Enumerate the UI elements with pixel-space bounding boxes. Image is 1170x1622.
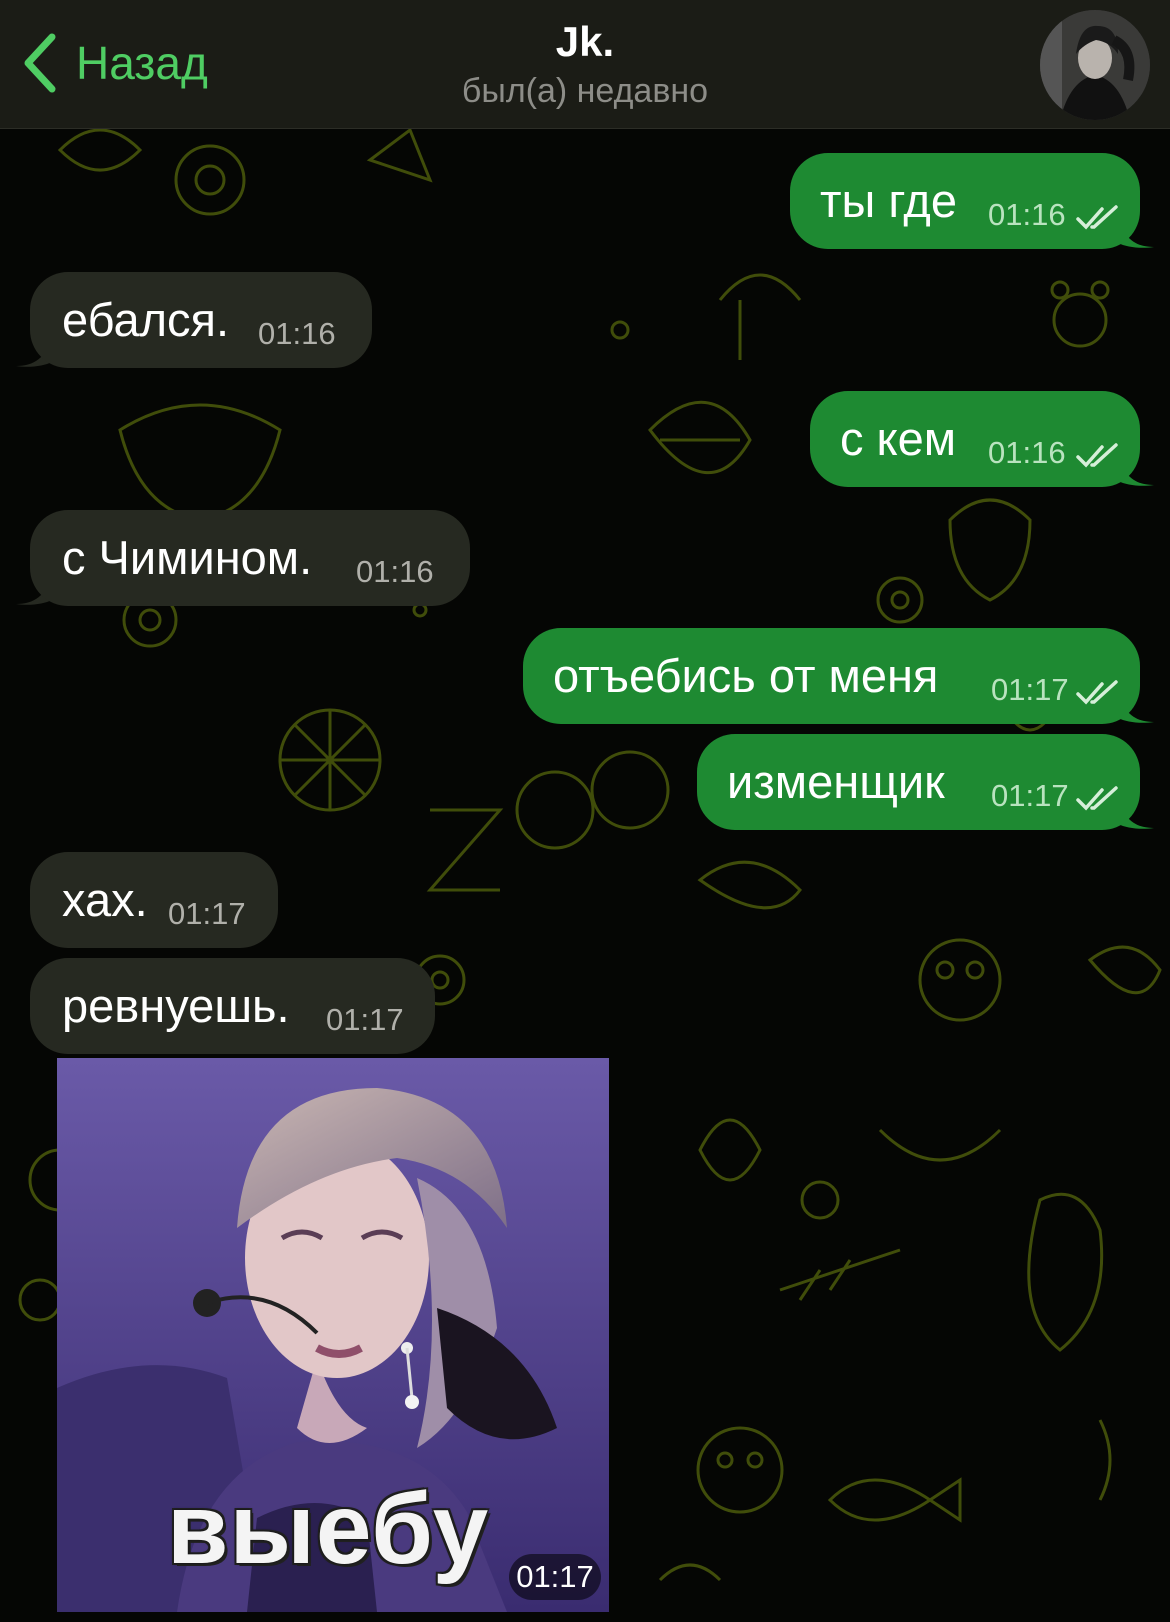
message-text: хах. (62, 873, 148, 926)
message-text: ты где (820, 174, 957, 227)
message-outgoing[interactable]: ты где 01:16 (790, 153, 1154, 249)
message-text: ревнуешь. (62, 979, 290, 1032)
message-incoming[interactable]: с Чимином. 01:16 (16, 510, 470, 606)
contact-avatar[interactable] (1040, 10, 1150, 120)
message-time: 01:17 (991, 672, 1069, 707)
sticker-caption: выебу (167, 1473, 490, 1585)
contact-name[interactable]: Jk. (385, 18, 785, 66)
message-text: ебался. (62, 293, 230, 346)
message-incoming[interactable]: ебался. 01:16 (16, 272, 372, 368)
message-time: 01:16 (356, 554, 434, 589)
message-time: 01:16 (258, 316, 336, 351)
message-outgoing[interactable]: с кем 01:16 (810, 391, 1154, 487)
message-incoming[interactable]: хах. 01:17 (30, 852, 278, 948)
sticker-image[interactable]: выебу 01:17 (57, 1058, 609, 1612)
sticker-time: 01:17 (509, 1554, 601, 1600)
message-text: изменщик (727, 755, 945, 808)
message-text: с Чимином. (62, 531, 313, 584)
message-text: отъебись от меня (553, 649, 939, 702)
contact-status: был(а) недавно (461, 72, 709, 110)
chevron-left-icon (24, 33, 56, 93)
message-time: 01:16 (988, 197, 1066, 232)
back-button[interactable]: Назад (18, 28, 208, 98)
double-check-icon (1076, 443, 1118, 468)
chat-header: Назад Jk. был(а) недавно (0, 0, 1170, 129)
message-incoming[interactable]: ревнуешь. 01:17 (30, 958, 435, 1054)
avatar-photo (1040, 10, 1150, 120)
message-time: 01:17 (326, 1002, 404, 1037)
message-time: 01:17 (991, 778, 1069, 813)
message-time: 01:17 (168, 896, 246, 931)
message-outgoing[interactable]: отъебись от меня 01:17 (523, 628, 1154, 724)
message-text: с кем (840, 412, 957, 465)
double-check-icon (1076, 786, 1118, 811)
double-check-icon (1076, 205, 1118, 230)
back-label: Назад (76, 37, 208, 89)
message-time: 01:16 (988, 435, 1066, 470)
double-check-icon (1076, 680, 1118, 705)
message-outgoing[interactable]: изменщик 01:17 (697, 734, 1154, 830)
